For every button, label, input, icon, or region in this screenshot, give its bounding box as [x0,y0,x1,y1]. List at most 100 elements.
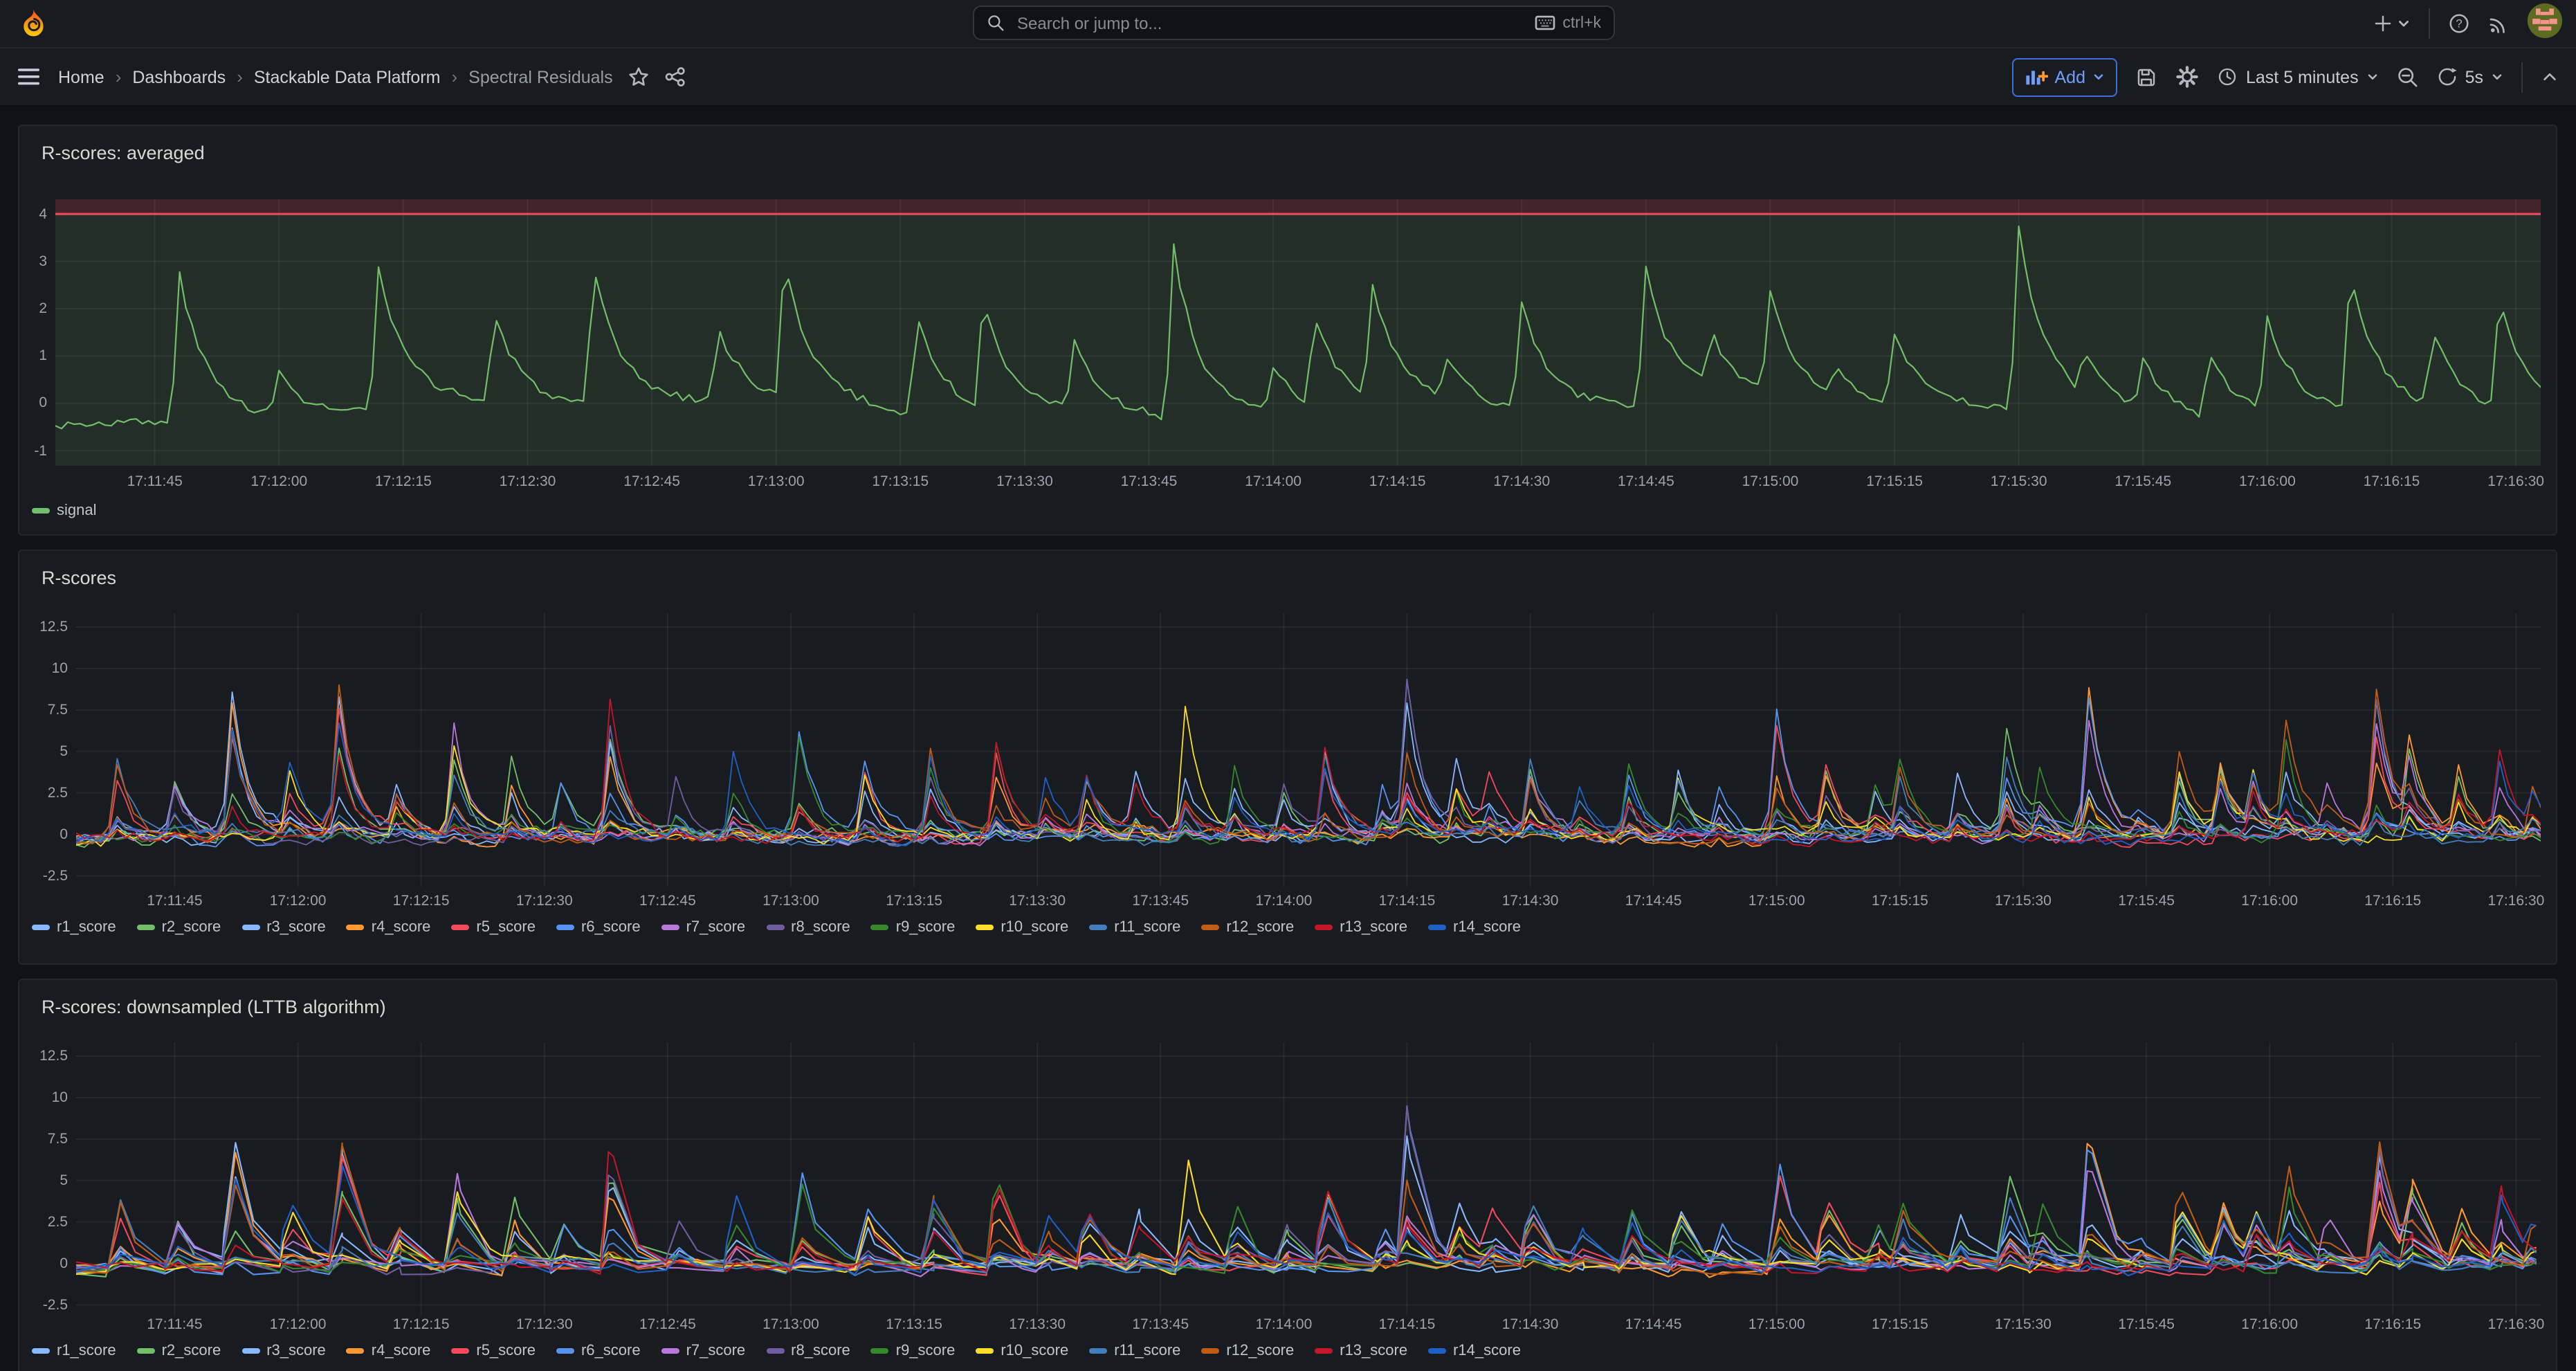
legend-label: r12_score [1226,1343,1294,1359]
x-axis-label: 17:12:45 [639,1316,696,1333]
x-axis-label: 17:14:30 [1502,893,1559,909]
zoom-out-button[interactable] [2397,66,2420,88]
x-axis-label: 17:13:00 [762,893,819,909]
user-avatar[interactable] [2526,2,2562,45]
x-axis-label: 17:12:15 [393,893,450,909]
time-series-chart[interactable] [76,1042,2541,1316]
legend-item-r12_score[interactable]: r12_score [1201,919,1294,936]
menu-button[interactable] [18,68,40,86]
legend-color [556,925,574,930]
search-icon [987,14,1005,32]
news-button[interactable] [2487,13,2508,34]
breadcrumb-item[interactable]: Dashboards [132,67,226,87]
bar-chart-plus-icon [2025,66,2048,87]
legend-item-r6_score[interactable]: r6_score [556,919,641,936]
top-navbar: ctrl+k ? [0,0,2576,48]
legend-item-r12_score[interactable]: r12_score [1201,1343,1294,1359]
x-axis-label: 17:14:30 [1502,1316,1559,1333]
legend-label: r11_score [1114,919,1180,936]
legend-item-r5_score[interactable]: r5_score [451,919,536,936]
breadcrumb-item[interactable]: Stackable Data Platform [254,67,441,87]
grafana-logo-icon[interactable] [18,8,48,39]
legend-color [32,925,50,930]
time-range-picker[interactable]: Last 5 minutes [2217,66,2379,87]
legend-item-r8_score[interactable]: r8_score [766,1343,850,1359]
legend-item-r11_score[interactable]: r11_score [1089,919,1180,936]
legend-item-r13_score[interactable]: r13_score [1315,919,1407,936]
legend-label: r13_score [1340,919,1407,936]
chevron-down-icon [2367,71,2379,83]
y-axis-label: 5 [24,743,68,760]
share-button[interactable] [664,66,685,87]
panel-title[interactable]: R-scores [42,568,116,588]
x-axis-label: 17:16:00 [2239,473,2296,490]
breadcrumb-actions [628,66,685,87]
y-axis-label: 0 [24,826,68,843]
x-axis-label: 17:15:15 [1872,893,1928,909]
time-series-chart[interactable] [76,613,2541,887]
legend-item-r14_score[interactable]: r14_score [1428,919,1521,936]
legend-label: r8_score [791,919,850,936]
x-axis-label: 17:13:45 [1132,1316,1189,1333]
legend-item-r9_score[interactable]: r9_score [871,1343,956,1359]
grafana-app: ctrl+k ? [0,0,2576,1371]
save-dashboard-button[interactable] [2135,66,2157,88]
y-axis-label: 7.5 [24,702,68,718]
legend-item-r8_score[interactable]: r8_score [766,919,850,936]
legend-item-r7_score[interactable]: r7_score [661,1343,746,1359]
legend-color [1089,925,1107,930]
legend-item-r6_score[interactable]: r6_score [556,1343,641,1359]
refresh-button[interactable]: 5s [2438,66,2503,87]
x-axis-label: 17:15:30 [1991,473,2047,490]
clock-icon [2217,66,2238,87]
legend-item-r9_score[interactable]: r9_score [871,919,956,936]
legend-item-r2_score[interactable]: r2_score [137,1343,221,1359]
legend-item-r7_score[interactable]: r7_score [661,919,746,936]
search-box[interactable]: ctrl+k [973,6,1615,40]
y-axis-label: -1 [18,442,47,459]
legend-color [976,1348,994,1354]
x-axis-label: 17:13:30 [1009,893,1066,909]
legend-color [32,508,50,514]
star-button[interactable] [628,66,649,87]
legend-item-r13_score[interactable]: r13_score [1315,1343,1407,1359]
y-axis-label: 0 [24,1255,68,1272]
toolbar-right-actions: Add Last 5 minutes [2012,57,2559,96]
legend-color [661,1348,679,1354]
x-axis-label: 17:16:30 [2487,473,2544,490]
search-input[interactable] [1014,12,1525,34]
panel-title[interactable]: R-scores: downsampled (LTTB algorithm) [42,997,386,1017]
legend-item-r10_score[interactable]: r10_score [976,919,1068,936]
y-axis-label: 3 [18,253,47,270]
series-line-r6_score [76,1107,2536,1275]
time-series-chart[interactable] [55,199,2541,466]
legend-item-r11_score[interactable]: r11_score [1089,1343,1180,1359]
y-axis-label: 2.5 [24,1214,68,1231]
legend-color [32,1348,50,1354]
add-button[interactable]: Add [2012,57,2118,96]
legend-item-r4_score[interactable]: r4_score [347,1343,431,1359]
x-axis-label: 17:12:00 [250,473,307,490]
create-new-button[interactable] [2373,14,2410,33]
legend-item-signal[interactable]: signal [32,502,97,519]
legend-item-r1_score[interactable]: r1_score [32,919,116,936]
panel-title[interactable]: R-scores: averaged [42,143,205,163]
x-axis-label: 17:13:45 [1121,473,1178,490]
legend-item-r3_score[interactable]: r3_score [241,1343,326,1359]
dashboard-settings-button[interactable] [2175,65,2199,89]
legend-item-r4_score[interactable]: r4_score [347,919,431,936]
legend-label: r5_score [476,1343,536,1359]
legend-item-r3_score[interactable]: r3_score [241,919,326,936]
legend-item-r10_score[interactable]: r10_score [976,1343,1068,1359]
legend-item-r1_score[interactable]: r1_score [32,1343,116,1359]
breadcrumb-item[interactable]: Home [58,67,104,87]
legend-label: r11_score [1114,1343,1180,1359]
x-axis-label: 17:15:00 [1742,473,1799,490]
legend-item-r2_score[interactable]: r2_score [137,919,221,936]
help-button[interactable]: ? [2447,12,2469,35]
legend-item-r14_score[interactable]: r14_score [1428,1343,1521,1359]
collapse-toolbar-button[interactable] [2540,68,2558,86]
refresh-interval-label: 5s [2465,67,2483,87]
x-axis-label: 17:13:45 [1132,893,1189,909]
legend-item-r5_score[interactable]: r5_score [451,1343,536,1359]
